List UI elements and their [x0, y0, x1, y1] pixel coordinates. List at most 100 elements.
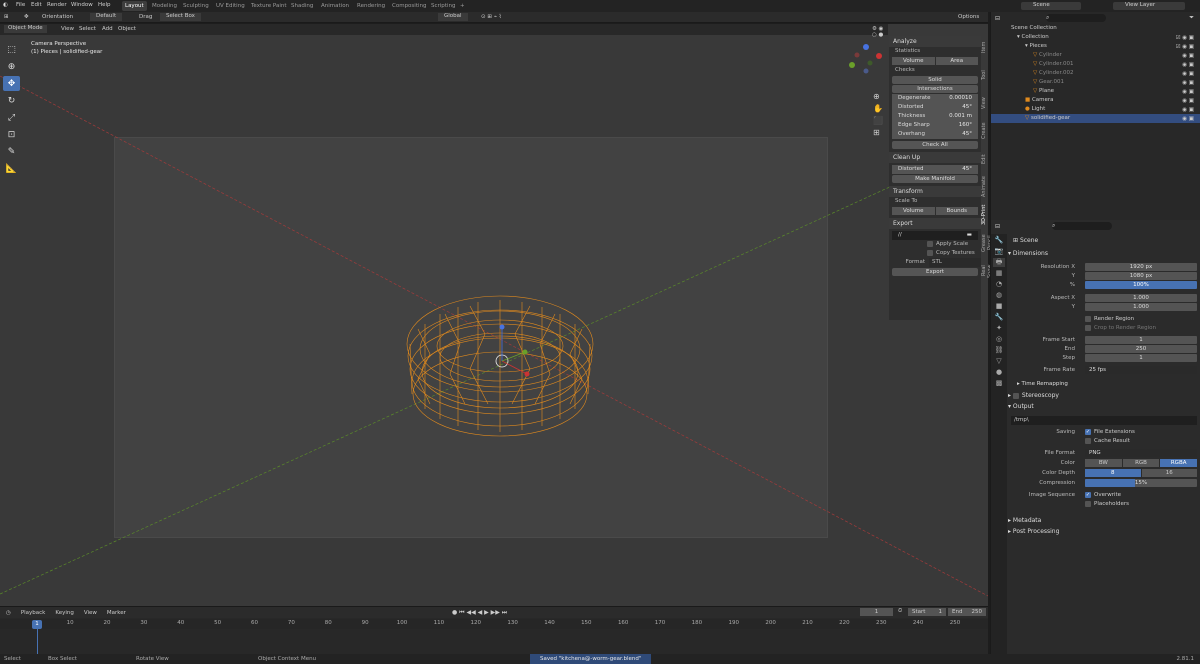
object-mode-dropdown[interactable]: Object Mode: [4, 25, 47, 33]
properties-editor-icon[interactable]: ⊟: [995, 223, 1000, 230]
viewport-shading-icons[interactable]: ⚙ ◉ ○ ●: [872, 26, 888, 38]
copy-textures-checkbox[interactable]: Copy Textures: [889, 249, 981, 258]
outliner-item[interactable]: ▾ Collection: [991, 33, 1200, 42]
tab-item[interactable]: Item: [981, 36, 987, 58]
outliner-scene-collection[interactable]: Scene Collection: [991, 24, 1200, 33]
tab-animation[interactable]: Animation: [318, 1, 352, 11]
start-frame-field[interactable]: Start 1: [908, 608, 946, 616]
frame-start-row[interactable]: Frame Start 1: [991, 336, 1197, 345]
time-remapping-header[interactable]: ▸ Time Remapping: [1017, 379, 1200, 389]
export-path-field[interactable]: //▬: [892, 231, 978, 240]
solid-button[interactable]: Solid: [892, 76, 978, 84]
menu-window[interactable]: Window: [71, 2, 93, 8]
tab-shading[interactable]: Shading: [288, 1, 316, 11]
compression-slider[interactable]: 15%: [1085, 479, 1197, 487]
menu-file[interactable]: File: [16, 2, 25, 8]
end-frame-field[interactable]: End 250: [948, 608, 986, 616]
output-path-field[interactable]: /tmp\: [1011, 416, 1197, 425]
tab-view[interactable]: View: [981, 92, 987, 114]
keying-menu[interactable]: Keying: [55, 610, 73, 616]
image-sequence-row[interactable]: Image Sequence ✓ Overwrite: [991, 491, 1185, 500]
cleanup-header[interactable]: Clean Up: [889, 152, 981, 163]
depth-16-button[interactable]: 16: [1141, 469, 1197, 477]
outliner-item-selected[interactable]: ▽ solidified-gear: [991, 114, 1200, 123]
outliner-item[interactable]: ▽ Cylinder.001: [991, 60, 1200, 69]
outliner-item[interactable]: ▽ Cylinder.002: [991, 69, 1200, 78]
timeline-editor-icon[interactable]: ◷: [6, 610, 11, 616]
playhead[interactable]: 1: [32, 620, 42, 629]
frame-rate-row[interactable]: Frame Rate 25 fps: [991, 366, 1197, 375]
outliner-item[interactable]: ▾ Pieces: [991, 42, 1200, 51]
frame-end-row[interactable]: End 250: [991, 345, 1197, 354]
tab-compositing[interactable]: Compositing: [389, 1, 429, 11]
tab-modeling[interactable]: Modeling: [149, 1, 180, 11]
current-frame-field[interactable]: 1: [860, 608, 893, 616]
menu-edit[interactable]: Edit: [31, 2, 42, 8]
scale-icon[interactable]: ⤢: [3, 110, 20, 125]
outliner-search-input[interactable]: ⌕: [1046, 14, 1107, 22]
export-button[interactable]: Export: [892, 268, 978, 276]
tab-sculpting[interactable]: Sculpting: [180, 1, 212, 11]
editor-type-icon[interactable]: ⊞: [4, 14, 9, 20]
check-row-degenerate[interactable]: Degenerate 0.00010: [892, 94, 978, 103]
menu-select[interactable]: Select: [79, 26, 96, 32]
tab-tool[interactable]: Tool: [981, 64, 987, 86]
tab-3d-print[interactable]: 3D-Print: [981, 204, 987, 226]
resolution-x-row[interactable]: Resolution X 1920 px: [991, 263, 1197, 272]
marker-menu[interactable]: Marker: [107, 610, 126, 616]
folder-icon[interactable]: ▬: [967, 231, 972, 240]
timeline-view-menu[interactable]: View: [84, 610, 97, 616]
placeholders-checkbox[interactable]: Placeholders: [991, 500, 1185, 509]
file-format-row[interactable]: File Format PNG: [991, 449, 1197, 458]
scale-bounds-button[interactable]: Bounds: [935, 207, 978, 215]
add-workspace-button[interactable]: +: [457, 1, 468, 11]
tab-create[interactable]: Create: [981, 120, 987, 142]
area-button[interactable]: Area: [935, 57, 978, 65]
scene-selector[interactable]: Scene: [1021, 2, 1081, 10]
rotate-icon[interactable]: ↻: [3, 93, 20, 108]
move-icon[interactable]: ✥: [3, 76, 20, 91]
saving-row[interactable]: Saving ✓ File Extensions: [991, 428, 1185, 437]
outliner-item[interactable]: ▽ Gear.001: [991, 78, 1200, 87]
metadata-header[interactable]: ▸ Metadata: [1008, 516, 1198, 526]
tab-layout[interactable]: Layout: [122, 1, 147, 11]
check-all-button[interactable]: Check All: [892, 141, 978, 149]
render-props-icon[interactable]: 📷: [993, 247, 1005, 256]
options-dropdown[interactable]: Options: [958, 14, 979, 20]
transform-icon[interactable]: ⊡: [3, 127, 20, 142]
tab-scripting[interactable]: Scripting: [428, 1, 458, 11]
playback-menu[interactable]: Playback: [21, 610, 46, 616]
outliner-editor-icon[interactable]: ⊟: [995, 15, 1000, 22]
outliner-visibility-icons[interactable]: ☑ ◉ ▣ ☑ ◉ ▣ ◉ ▣ ◉ ▣ ◉ ▣ ◉ ▣ ◉ ▣ ◉ ▣ ◉ ▣ ◉ ▣: [1176, 34, 1194, 124]
outliner-item[interactable]: ▽ Cylinder: [991, 51, 1200, 60]
transform-orientation-dropdown[interactable]: Global: [438, 13, 468, 21]
tab-animate[interactable]: Animate: [981, 176, 987, 198]
view-layer-selector[interactable]: View Layer: [1113, 2, 1185, 10]
make-manifold-button[interactable]: Make Manifold: [892, 175, 978, 183]
color-row[interactable]: Color BW RGB RGBA: [991, 459, 1198, 468]
output-header[interactable]: ▾ Output: [1008, 402, 1198, 412]
dimensions-header[interactable]: ▾ Dimensions: [1008, 249, 1198, 259]
timeline[interactable]: ◷ Playback Keying View Marker ● ⏮ ◀◀ ◀ ▶…: [0, 606, 988, 655]
move-tool-icon[interactable]: ✥: [24, 14, 29, 20]
check-row-overhang[interactable]: Overhang 45°: [892, 130, 978, 139]
drag-dropdown[interactable]: Select Box: [160, 13, 201, 21]
3d-viewport[interactable]: Camera Perspective (1) Pieces | solidifi…: [0, 24, 988, 606]
volume-button[interactable]: Volume: [892, 57, 935, 65]
color-rgba-button[interactable]: RGBA: [1160, 459, 1198, 467]
tab-rendering[interactable]: Rendering: [354, 1, 388, 11]
select-box-icon[interactable]: ⬚: [3, 42, 20, 57]
check-row-edge-sharp[interactable]: Edge Sharp 160°: [892, 121, 978, 130]
post-processing-header[interactable]: ▸ Post Processing: [1008, 527, 1198, 537]
apply-scale-checkbox[interactable]: Apply Scale: [889, 240, 981, 249]
menu-help[interactable]: Help: [98, 2, 111, 8]
check-row-distorted[interactable]: Distorted 45°: [892, 103, 978, 112]
preview-range-icon[interactable]: ⏲: [898, 608, 902, 615]
format-row[interactable]: Format STL: [889, 258, 981, 267]
zoom-icon[interactable]: ⊕: [873, 92, 880, 101]
filter-icon[interactable]: ⏷: [1189, 14, 1194, 22]
depth-8-button[interactable]: 8: [1085, 469, 1141, 477]
tab-edit[interactable]: Edit: [981, 148, 987, 170]
transform-header[interactable]: Transform: [889, 186, 981, 197]
aspect-x-row[interactable]: Aspect X 1.000: [991, 294, 1197, 303]
